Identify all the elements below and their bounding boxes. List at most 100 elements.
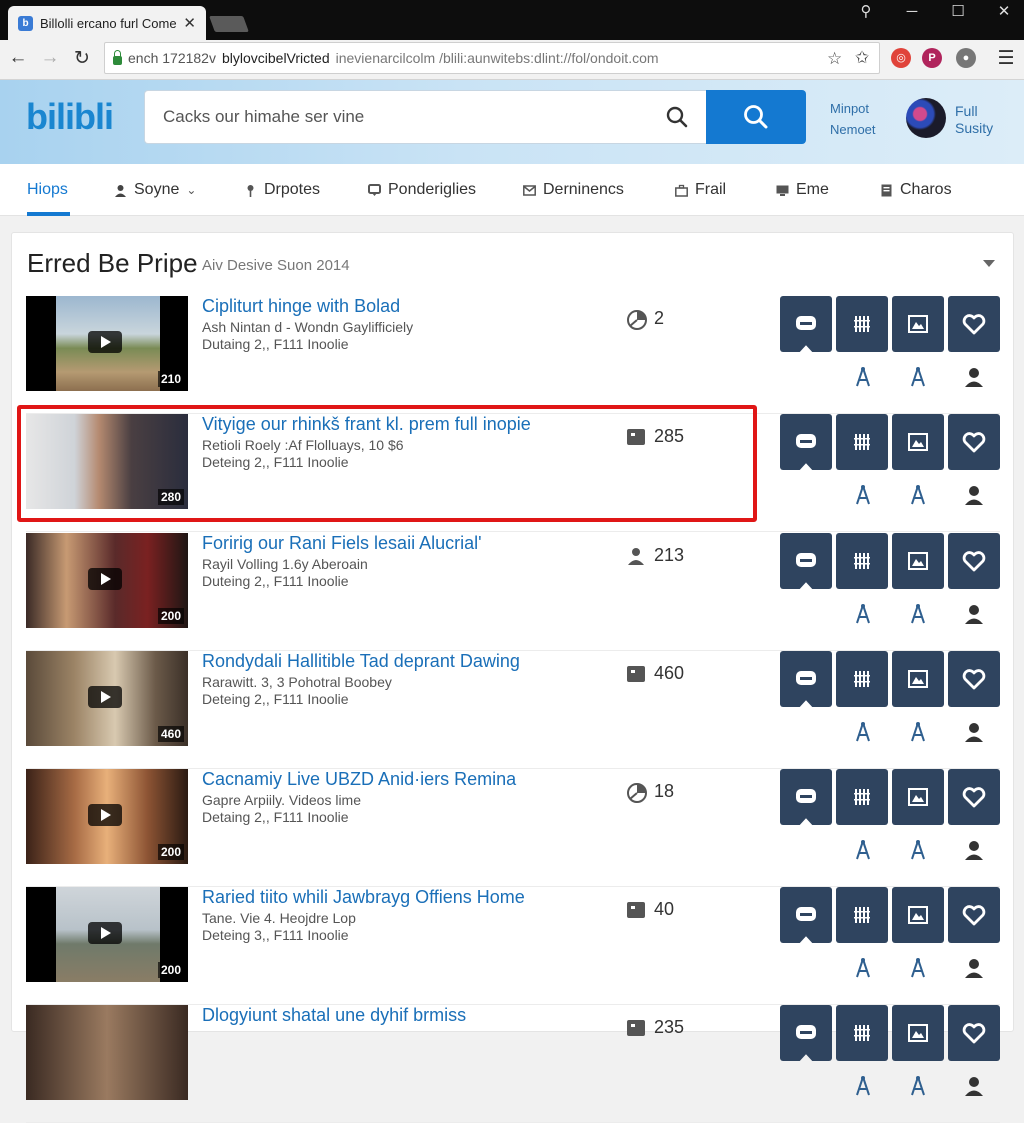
search-input[interactable] — [144, 90, 706, 144]
forward-arrow-icon[interactable]: → — [36, 44, 64, 72]
tower-icon[interactable] — [908, 603, 928, 625]
tower-icon[interactable] — [908, 366, 928, 388]
image-action-button[interactable] — [892, 1005, 944, 1061]
grid-action-button[interactable] — [836, 769, 888, 825]
video-thumbnail[interactable]: 200 — [26, 769, 188, 864]
video-row[interactable]: Dlogyiunt shatal une dyhif brmiss 235 — [26, 1005, 1000, 1123]
person-icon[interactable] — [964, 839, 984, 861]
tower-icon[interactable] — [853, 1075, 873, 1097]
grid-action-button[interactable] — [836, 887, 888, 943]
grid-action-button[interactable] — [836, 296, 888, 352]
image-action-button[interactable] — [892, 414, 944, 470]
header-link-minpot[interactable]: Minpot — [830, 101, 869, 116]
video-title[interactable]: Cacnamiy Live UBZD Anid·iers Remina — [202, 769, 516, 790]
tab-drpotes[interactable]: Drpotes — [244, 164, 320, 216]
tower-icon[interactable] — [908, 839, 928, 861]
extension-red-icon[interactable]: ◎ — [891, 48, 911, 68]
chat-action-button[interactable] — [780, 1005, 832, 1061]
site-logo[interactable]: bilibli — [26, 96, 114, 138]
tower-icon[interactable] — [908, 484, 928, 506]
chat-action-button[interactable] — [780, 533, 832, 589]
video-thumbnail[interactable]: 200 — [26, 533, 188, 628]
tower-icon[interactable] — [853, 721, 873, 743]
close-tab-icon[interactable]: ✕ — [183, 14, 196, 32]
star-outline-icon[interactable]: ☆ — [827, 49, 842, 69]
heart-action-button[interactable] — [948, 414, 1000, 470]
menu-hamburger-icon[interactable]: ☰ — [992, 44, 1020, 72]
tab-derninencs[interactable]: Derninencs — [523, 164, 624, 216]
video-title[interactable]: Dlogyiunt shatal une dyhif brmiss — [202, 1005, 466, 1026]
close-window-icon[interactable]: ✕ — [980, 0, 1024, 22]
tab-ponderiglies[interactable]: Ponderiglies — [368, 164, 476, 216]
person-icon[interactable] — [964, 1075, 984, 1097]
heart-action-button[interactable] — [948, 887, 1000, 943]
person-icon[interactable] — [964, 721, 984, 743]
chat-action-button[interactable] — [780, 769, 832, 825]
heart-action-button[interactable] — [948, 296, 1000, 352]
grid-action-button[interactable] — [836, 1005, 888, 1061]
video-thumbnail[interactable]: 460 — [26, 651, 188, 746]
video-title[interactable]: Cipliturt hinge with Bolad — [202, 296, 400, 317]
address-bar[interactable]: ench 172182v blylovcibelVricted ineviena… — [104, 42, 880, 74]
back-arrow-icon[interactable]: ← — [4, 44, 32, 72]
tab-soyne[interactable]: Soyne ⌄ — [114, 164, 196, 216]
tower-icon[interactable] — [853, 603, 873, 625]
image-action-button[interactable] — [892, 296, 944, 352]
video-thumbnail[interactable]: 200 — [26, 887, 188, 982]
extension-pink-icon[interactable]: P — [922, 48, 942, 68]
person-icon[interactable] — [964, 366, 984, 388]
maximize-icon[interactable]: ☐ — [934, 0, 982, 22]
pin-window-icon[interactable]: ⚲ — [842, 0, 890, 22]
reload-icon[interactable]: ↻ — [68, 44, 96, 72]
image-action-button[interactable] — [892, 651, 944, 707]
video-title[interactable]: Foririg our Rani Fiels lesaii Alucrial' — [202, 533, 482, 554]
video-title[interactable]: Raried tiito whili Jawbrayg Offiens Home — [202, 887, 525, 908]
person-icon[interactable] — [964, 603, 984, 625]
video-thumbnail[interactable]: 210 — [26, 296, 188, 391]
heart-action-button[interactable] — [948, 769, 1000, 825]
chat-action-button[interactable] — [780, 414, 832, 470]
tab-frail[interactable]: Frail — [675, 164, 726, 216]
header-link-nemoet[interactable]: Nemoet — [830, 122, 876, 137]
tower-icon[interactable] — [908, 957, 928, 979]
browser-tab[interactable]: b Billolli ercano furl Comer ✕ — [8, 6, 206, 40]
video-row[interactable]: 210 Cipliturt hinge with Bolad Ash Ninta… — [26, 296, 1000, 414]
grid-action-button[interactable] — [836, 651, 888, 707]
tower-icon[interactable] — [853, 484, 873, 506]
search-button[interactable] — [706, 90, 806, 144]
image-action-button[interactable] — [892, 533, 944, 589]
grid-action-button[interactable] — [836, 533, 888, 589]
caret-down-icon[interactable] — [983, 260, 995, 267]
tab-eme[interactable]: Eme — [776, 164, 829, 216]
person-icon[interactable] — [964, 484, 984, 506]
tower-icon[interactable] — [853, 839, 873, 861]
image-action-button[interactable] — [892, 887, 944, 943]
video-row[interactable]: 460 Rondydali Hallitible Tad deprant Daw… — [26, 651, 1000, 769]
heart-action-button[interactable] — [948, 1005, 1000, 1061]
video-row[interactable]: 200 Foririg our Rani Fiels lesaii Alucri… — [26, 533, 1000, 651]
tab-charos[interactable]: Charos — [880, 164, 952, 216]
bookmark-star-icon[interactable]: ✩ — [855, 48, 869, 68]
heart-action-button[interactable] — [948, 651, 1000, 707]
image-action-button[interactable] — [892, 769, 944, 825]
search-icon[interactable] — [664, 104, 690, 130]
tower-icon[interactable] — [853, 366, 873, 388]
heart-action-button[interactable] — [948, 533, 1000, 589]
new-tab-button[interactable] — [209, 16, 249, 32]
user-name-line-1[interactable]: Full — [955, 103, 978, 119]
extension-grey-icon[interactable]: ● — [956, 48, 976, 68]
grid-action-button[interactable] — [836, 414, 888, 470]
avatar[interactable] — [906, 98, 946, 138]
minimize-icon[interactable]: ─ — [888, 0, 936, 22]
chat-action-button[interactable] — [780, 651, 832, 707]
tab-hiops[interactable]: Hiops — [27, 164, 68, 216]
chat-action-button[interactable] — [780, 296, 832, 352]
user-name-line-2[interactable]: Susity — [955, 120, 993, 136]
tower-icon[interactable] — [853, 957, 873, 979]
video-row[interactable]: 200 Cacnamiy Live UBZD Anid·iers Remina … — [26, 769, 1000, 887]
video-thumbnail[interactable] — [26, 1005, 188, 1100]
tower-icon[interactable] — [908, 721, 928, 743]
video-title[interactable]: Rondydali Hallitible Tad deprant Dawing — [202, 651, 520, 672]
tower-icon[interactable] — [908, 1075, 928, 1097]
person-icon[interactable] — [964, 957, 984, 979]
